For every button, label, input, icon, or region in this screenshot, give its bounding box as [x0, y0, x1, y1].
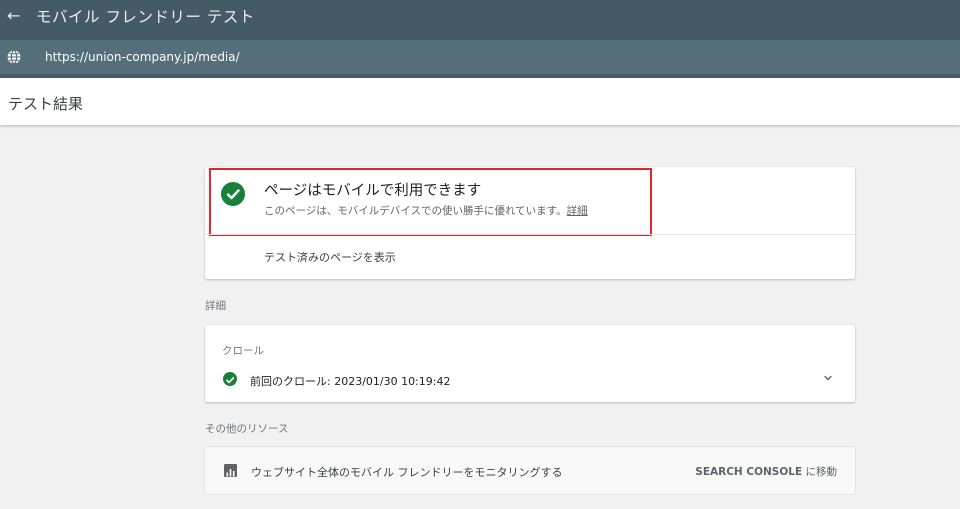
card-divider: [205, 234, 855, 235]
search-console-label: SEARCH CONSOLE: [695, 466, 803, 478]
crawl-label: クロール: [222, 345, 264, 357]
monitor-text: ウェブサイト全体のモバイル フレンドリーをモニタリングする: [251, 466, 563, 479]
results-header: テスト結果: [0, 78, 960, 125]
result-card: ページはモバイルで利用できます このページは、モバイルデバイスでの使い勝手に優れ…: [205, 167, 855, 279]
last-crawl-text: 前回のクロール: 2023/01/30 10:19:42: [250, 375, 451, 388]
chevron-down-icon[interactable]: [822, 372, 834, 384]
details-section-label: 詳細: [205, 300, 226, 312]
bar-chart-icon: [224, 464, 237, 477]
view-tested-page-link[interactable]: テスト済みのページを表示: [264, 249, 396, 265]
page-title: テスト結果: [8, 95, 84, 113]
tested-url: https://union-company.jp/media/: [45, 50, 240, 64]
resources-section-label: その他のリソース: [205, 423, 289, 435]
resources-card[interactable]: ウェブサイト全体のモバイル フレンドリーをモニタリングする SEARCH CON…: [205, 447, 855, 494]
crawl-card[interactable]: クロール 前回のクロール: 2023/01/30 10:19:42: [205, 325, 855, 402]
back-arrow-icon[interactable]: ←: [7, 6, 20, 26]
url-bar: https://union-company.jp/media/: [0, 40, 960, 74]
app-title: モバイル フレンドリー テスト: [36, 8, 255, 26]
check-circle-icon: [223, 372, 237, 386]
app-topbar: ← モバイル フレンドリー テスト: [0, 0, 960, 40]
highlight-box: [209, 168, 652, 236]
result-summary: ページはモバイルで利用できます このページは、モバイルデバイスでの使い勝手に優れ…: [205, 167, 855, 236]
search-console-link[interactable]: SEARCH CONSOLE に移動: [695, 464, 837, 479]
search-console-suffix: に移動: [802, 466, 837, 478]
globe-icon: [7, 49, 21, 65]
